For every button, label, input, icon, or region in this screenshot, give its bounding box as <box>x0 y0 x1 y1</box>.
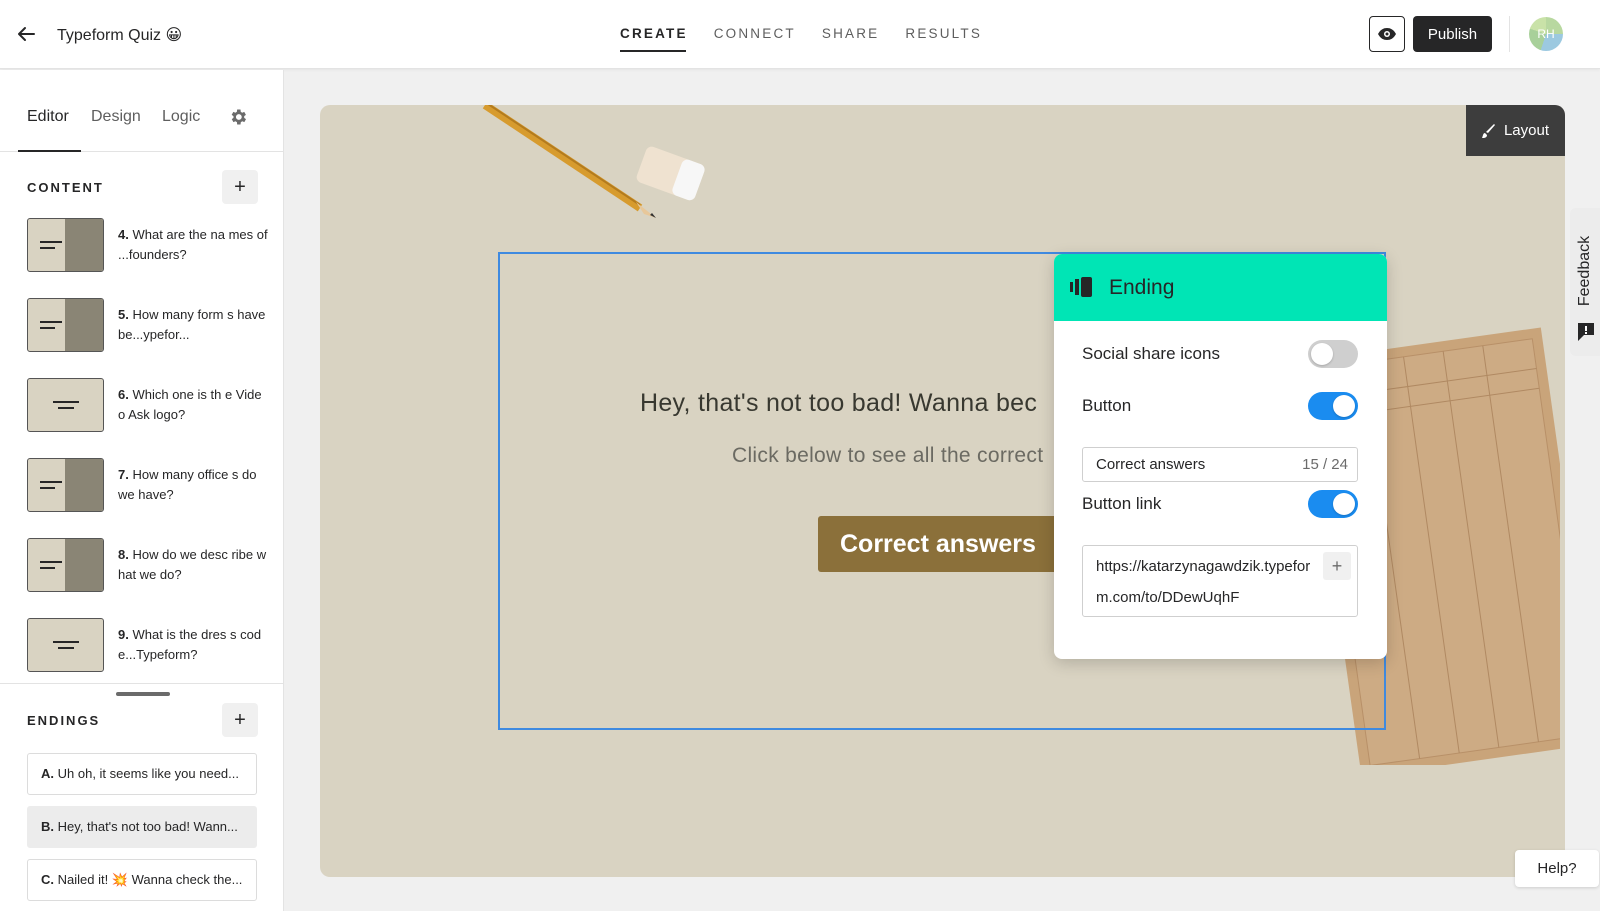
publish-button[interactable]: Publish <box>1413 16 1492 52</box>
help-button[interactable]: Help? <box>1515 850 1599 887</box>
add-question-button[interactable]: + <box>222 170 258 204</box>
nav-results[interactable]: RESULTS <box>905 0 982 69</box>
add-variable-button[interactable]: + <box>1323 552 1351 580</box>
layout-label: Layout <box>1503 122 1550 139</box>
add-ending-button[interactable]: + <box>222 703 258 737</box>
button-link-field[interactable]: https://katarzynagawdzik.typeform.com/to… <box>1082 545 1358 617</box>
button-text-field[interactable]: Correct answers 15 / 24 <box>1082 447 1358 482</box>
resize-handle[interactable] <box>116 692 170 696</box>
question-text: 5. How many form s have be...ypefor... <box>118 307 266 342</box>
question-thumbnail <box>27 538 104 592</box>
button-link-value: https://katarzynagawdzik.typeform.com/to… <box>1096 558 1311 606</box>
question-item[interactable]: 6. Which one is th e Video Ask logo? <box>27 378 267 432</box>
gear-icon[interactable] <box>228 107 248 127</box>
tab-logic[interactable]: Logic <box>162 108 200 126</box>
ending-item-b[interactable]: B. Hey, that's not too bad! Wann... <box>27 806 257 848</box>
nav-connect[interactable]: CONNECT <box>714 0 796 69</box>
question-item[interactable]: 7. How many office s do we have? <box>27 458 267 512</box>
question-item[interactable]: 8. How do we desc ribe what we do? <box>27 538 267 592</box>
ending-settings-panel: Ending Social share icons Button Correct… <box>1054 254 1387 659</box>
main-nav: CREATE CONNECT SHARE RESULTS <box>620 0 982 69</box>
button-text-value: Correct answers <box>1096 456 1206 473</box>
feedback-tab[interactable]: Feedback <box>1570 208 1600 356</box>
button-label: Button <box>1082 396 1132 415</box>
ending-item-c[interactable]: C. Nailed it! 💥 Wanna check the... <box>27 859 257 901</box>
tab-editor[interactable]: Editor <box>27 108 69 126</box>
button-toggle[interactable] <box>1308 392 1358 420</box>
button-link-toggle[interactable] <box>1308 490 1358 518</box>
question-text: 7. How many office s do we have? <box>118 467 257 502</box>
back-arrow-icon[interactable] <box>14 22 38 46</box>
question-text: 4. What are the na mes of ...founders? <box>118 227 268 262</box>
correct-answers-button[interactable]: Correct answers <box>818 516 1058 572</box>
panel-title: Ending <box>1109 276 1175 299</box>
ending-item-a[interactable]: A. Uh oh, it seems like you need... <box>27 753 257 795</box>
preview-button[interactable] <box>1369 16 1405 52</box>
question-item[interactable]: 9. What is the dres s code...Typeform? <box>27 618 267 672</box>
sidebar: Editor Design Logic CONTENT + 4. What ar… <box>0 70 284 911</box>
ending-headline[interactable]: Hey, that's not too bad! Wanna bec <box>640 389 1037 418</box>
question-thumbnail <box>27 618 104 672</box>
endings-section-label: ENDINGS <box>27 713 101 728</box>
social-share-toggle[interactable] <box>1308 340 1358 368</box>
feedback-icon <box>1578 323 1594 341</box>
char-count: 15 / 24 <box>1302 456 1348 473</box>
question-item[interactable]: 5. How many form s have be...ypefor... <box>27 298 267 352</box>
avatar[interactable]: RH <box>1529 17 1563 51</box>
eye-icon <box>1378 28 1396 40</box>
tab-design[interactable]: Design <box>91 108 141 126</box>
nav-create[interactable]: CREATE <box>620 0 688 69</box>
layout-button[interactable]: Layout <box>1466 105 1565 156</box>
brush-icon <box>1481 123 1495 138</box>
question-text: 6. Which one is th e Video Ask logo? <box>118 387 262 422</box>
pencil-eraser-illustration <box>482 105 705 218</box>
ending-description[interactable]: Click below to see all the correct <box>732 444 1043 468</box>
question-thumbnail <box>27 298 104 352</box>
question-thumbnail <box>27 458 104 512</box>
active-tab-indicator <box>18 150 81 152</box>
section-divider <box>0 683 284 684</box>
question-text: 8. How do we desc ribe what we do? <box>118 547 267 582</box>
question-item[interactable]: 4. What are the na mes of ...founders? <box>27 218 268 272</box>
form-title[interactable]: Typeform Quiz 😀 <box>57 25 182 45</box>
top-bar: Typeform Quiz 😀 CREATE CONNECT SHARE RES… <box>0 0 1600 69</box>
divider <box>1509 16 1510 52</box>
social-share-label: Social share icons <box>1082 344 1220 363</box>
ending-icon <box>1070 277 1092 297</box>
feedback-label: Feedback <box>1576 235 1593 307</box>
nav-share[interactable]: SHARE <box>822 0 880 69</box>
question-text: 9. What is the dres s code...Typeform? <box>118 627 262 662</box>
question-thumbnail <box>27 218 104 272</box>
content-section-label: CONTENT <box>27 180 104 195</box>
sidebar-tabs: Editor Design Logic <box>0 70 284 152</box>
question-thumbnail <box>27 378 104 432</box>
button-link-label: Button link <box>1082 494 1162 513</box>
panel-header: Ending <box>1054 254 1387 321</box>
